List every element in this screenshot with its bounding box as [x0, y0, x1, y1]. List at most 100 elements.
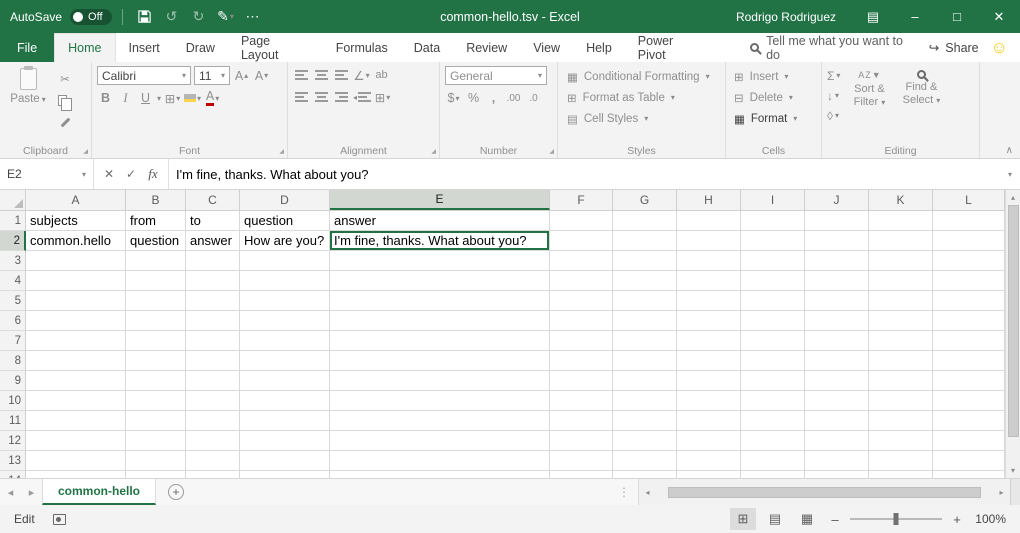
cell-I13[interactable]	[741, 451, 805, 471]
cell-H8[interactable]	[677, 351, 741, 371]
tab-draw[interactable]: Draw	[173, 33, 228, 62]
tab-home[interactable]: Home	[54, 33, 115, 62]
save-button[interactable]	[133, 4, 157, 30]
column-header-H[interactable]: H	[677, 190, 741, 210]
tab-help[interactable]: Help	[573, 33, 625, 62]
cell-F12[interactable]	[550, 431, 613, 451]
cell-K12[interactable]	[869, 431, 933, 451]
cell-B8[interactable]	[126, 351, 186, 371]
row-header-12[interactable]: 12	[0, 431, 26, 451]
cell-A4[interactable]	[26, 271, 126, 291]
grow-font-button[interactable]: A▴	[233, 67, 250, 85]
cell-I1[interactable]	[741, 211, 805, 231]
row-header-13[interactable]: 13	[0, 451, 26, 471]
cell-B10[interactable]	[126, 391, 186, 411]
cell-J8[interactable]	[805, 351, 869, 371]
cell-D10[interactable]	[240, 391, 330, 411]
cell-G13[interactable]	[613, 451, 677, 471]
cell-L10[interactable]	[933, 391, 1005, 411]
cell-K11[interactable]	[869, 411, 933, 431]
zoom-out-button[interactable]: –	[826, 512, 844, 527]
user-name[interactable]: Rodrigo Rodriguez	[736, 10, 836, 24]
cell-C14[interactable]	[186, 471, 240, 478]
vertical-scrollbar[interactable]: ▴ ▾	[1005, 190, 1020, 478]
cut-button[interactable]: ✂	[55, 70, 75, 87]
format-cells-button[interactable]: ▦Format▾	[731, 108, 816, 129]
vertical-scroll-thumb[interactable]	[1008, 205, 1019, 437]
cell-E5[interactable]	[330, 291, 550, 311]
cell-B1[interactable]: from	[126, 211, 186, 231]
format-painter-button[interactable]	[55, 114, 75, 131]
tab-view[interactable]: View	[520, 33, 573, 62]
cell-J1[interactable]	[805, 211, 869, 231]
cell-E10[interactable]	[330, 391, 550, 411]
cell-G6[interactable]	[613, 311, 677, 331]
column-header-C[interactable]: C	[186, 190, 240, 210]
wrap-text-button[interactable]: ab	[373, 66, 390, 84]
row-header-10[interactable]: 10	[0, 391, 26, 411]
dialog-launcher-icon[interactable]: ◢	[549, 148, 554, 155]
cell-H2[interactable]	[677, 231, 741, 251]
cell-I5[interactable]	[741, 291, 805, 311]
view-page-break-button[interactable]: ▦	[794, 508, 820, 530]
cell-K13[interactable]	[869, 451, 933, 471]
cell-K10[interactable]	[869, 391, 933, 411]
cell-F7[interactable]	[550, 331, 613, 351]
cell-E13[interactable]	[330, 451, 550, 471]
dialog-launcher-icon[interactable]: ◢	[83, 148, 88, 155]
cell-B3[interactable]	[126, 251, 186, 271]
row-header-4[interactable]: 4	[0, 271, 26, 291]
pen-mode-button[interactable]: ✎▾	[214, 4, 238, 30]
cell-I8[interactable]	[741, 351, 805, 371]
cell-F3[interactable]	[550, 251, 613, 271]
align-right-button[interactable]	[333, 88, 350, 106]
view-page-layout-button[interactable]: ▤	[762, 508, 788, 530]
cell-A12[interactable]	[26, 431, 126, 451]
cell-H9[interactable]	[677, 371, 741, 391]
row-header-2[interactable]: 2	[0, 231, 26, 251]
merge-center-button[interactable]: ⊞▾	[374, 88, 391, 106]
cell-D4[interactable]	[240, 271, 330, 291]
cell-L9[interactable]	[933, 371, 1005, 391]
conditional-formatting-button[interactable]: ▦Conditional Formatting▾	[563, 66, 720, 87]
decrease-indent-button[interactable]: ◂	[353, 88, 371, 106]
cell-I2[interactable]	[741, 231, 805, 251]
cell-L3[interactable]	[933, 251, 1005, 271]
cell-J6[interactable]	[805, 311, 869, 331]
cell-F9[interactable]	[550, 371, 613, 391]
select-all-corner[interactable]	[0, 190, 26, 210]
tell-me-box[interactable]: Tell me what you want to do	[750, 33, 917, 62]
borders-button[interactable]: ⊞▾	[164, 89, 181, 107]
copy-button[interactable]: ▾	[55, 92, 75, 109]
format-as-table-button[interactable]: ⊞Format as Table▾	[563, 87, 720, 108]
cell-C9[interactable]	[186, 371, 240, 391]
zoom-in-button[interactable]: +	[948, 512, 966, 527]
cell-F6[interactable]	[550, 311, 613, 331]
cell-G3[interactable]	[613, 251, 677, 271]
cell-B12[interactable]	[126, 431, 186, 451]
cell-L11[interactable]	[933, 411, 1005, 431]
cell-A11[interactable]	[26, 411, 126, 431]
cell-J13[interactable]	[805, 451, 869, 471]
cell-K4[interactable]	[869, 271, 933, 291]
tab-review[interactable]: Review	[453, 33, 520, 62]
sheet-prev-button[interactable]: ◂	[0, 486, 21, 499]
close-button[interactable]: ✕	[978, 0, 1020, 33]
cell-D2[interactable]: How are you?	[240, 231, 330, 251]
row-header-14[interactable]: 14	[0, 471, 26, 478]
cell-D9[interactable]	[240, 371, 330, 391]
row-header-9[interactable]: 9	[0, 371, 26, 391]
cell-A7[interactable]	[26, 331, 126, 351]
scroll-up-button[interactable]: ▴	[1006, 190, 1020, 205]
cell-C10[interactable]	[186, 391, 240, 411]
insert-function-button[interactable]: fx	[143, 166, 163, 182]
cell-F10[interactable]	[550, 391, 613, 411]
cell-E14[interactable]	[330, 471, 550, 478]
cell-G7[interactable]	[613, 331, 677, 351]
cell-E11[interactable]	[330, 411, 550, 431]
row-header-8[interactable]: 8	[0, 351, 26, 371]
cell-C12[interactable]	[186, 431, 240, 451]
cell-E2[interactable]: I'm fine, thanks. What about you?	[330, 231, 550, 251]
tab-page-layout[interactable]: Page Layout	[228, 33, 323, 62]
cell-A3[interactable]	[26, 251, 126, 271]
